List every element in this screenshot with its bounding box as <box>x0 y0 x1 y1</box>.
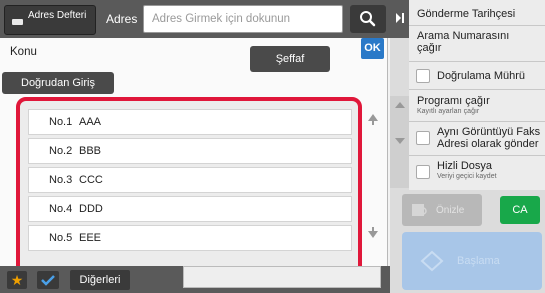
ca-button[interactable]: CA <box>500 196 540 224</box>
direct-entry-button[interactable]: Doğrudan Giriş <box>2 72 114 94</box>
search-icon <box>360 11 376 27</box>
scroll-down-icon[interactable] <box>366 226 380 240</box>
list-item-number: No.4 <box>49 203 73 215</box>
sidebar-item-label: Programı çağır <box>417 95 490 107</box>
sidebar-item-send-history[interactable]: Gönderme Tarihçesi <box>409 0 545 26</box>
checkbox[interactable] <box>416 131 430 145</box>
sidebar-scrollbar[interactable] <box>390 96 409 188</box>
check-icon <box>41 275 55 286</box>
sidebar-item-same-image-fax[interactable]: Aynı Görüntüyü Faks Adresi olarak gönder <box>409 122 545 156</box>
list-item-name: DDD <box>79 203 103 215</box>
sidebar-item-label: Gönderme Tarihçesi <box>417 8 516 20</box>
list-item-1[interactable]: No.1 AAA <box>28 109 352 135</box>
collapse-bar <box>402 13 404 23</box>
subject-dialog: Konu OK Şeffaf Doğrudan Giriş No.1 AAA N… <box>0 38 388 291</box>
top-bar: Adres Defteri Adres Adres Girmek için do… <box>0 0 390 38</box>
sidebar: Gönderme Tarihçesi Arama Numarasını çağı… <box>409 0 545 190</box>
address-input[interactable]: Adres Girmek için dokunun <box>143 5 343 33</box>
sidebar-item-label: Aynı Görüntüyü Faks Adresi olarak gönder <box>437 126 541 150</box>
bottom-bar: ★ Diğerleri <box>0 266 390 293</box>
list-item-number: No.5 <box>49 232 73 244</box>
dialog-scrollbar[interactable] <box>362 106 386 252</box>
star-icon[interactable]: ★ <box>7 271 27 289</box>
sidebar-item-label: Doğrulama Mührü <box>437 70 526 82</box>
preview-button[interactable]: Önizle <box>402 194 482 226</box>
others-button[interactable]: Diğerleri <box>70 270 130 290</box>
sidebar-item-recall-program[interactable]: Programı çağır Kayıtlı ayarları çağır <box>409 90 545 122</box>
list-item-4[interactable]: No.4 DDD <box>28 196 352 222</box>
collapse-arrow-icon <box>396 13 401 23</box>
list-item-number: No.2 <box>49 145 73 157</box>
sidebar-item-quick-file[interactable]: Hizli Dosya Veriyi geçici kaydet <box>409 156 545 190</box>
list-item-2[interactable]: No.2 BBB <box>28 138 352 164</box>
address-label: Adres <box>106 12 138 26</box>
list-item-number: No.3 <box>49 174 73 186</box>
ok-button[interactable]: OK <box>361 38 384 59</box>
preview-label: Önizle <box>436 205 465 216</box>
sidebar-item-label: Hizli Dosya <box>437 160 493 172</box>
list-item-number: No.1 <box>49 116 73 128</box>
address-book-label: Adres Defteri <box>28 10 87 21</box>
sidebar-scroll-up-icon[interactable] <box>395 102 405 108</box>
list-item-name: BBB <box>79 145 102 157</box>
list-item-name: AAA <box>79 116 102 128</box>
sidebar-item-recall-number[interactable]: Arama Numarasını çağır <box>409 26 545 62</box>
sidebar-item-sublabel: Kayıtlı ayarları çağır <box>417 108 480 115</box>
sidebar-item-label: Arama Numarasını çağır <box>417 30 510 54</box>
list-item-name: CCC <box>79 174 103 186</box>
sidebar-item-sublabel: Veriyi geçici kaydet <box>437 173 497 180</box>
list-item-3[interactable]: No.3 CCC <box>28 167 352 193</box>
clear-button[interactable]: Şeffaf <box>250 46 330 72</box>
start-label: Başlama <box>457 255 500 267</box>
subject-list: No.1 AAA No.2 BBB No.3 CCC No.4 DDD No.5… <box>16 97 362 291</box>
preview-icon <box>412 204 427 216</box>
checkbox[interactable] <box>416 69 430 83</box>
collapse-panel-button[interactable] <box>390 0 409 38</box>
dialog-title: Konu <box>10 46 37 58</box>
scroll-up-icon[interactable] <box>366 112 380 126</box>
sidebar-item-verification-stamp[interactable]: Doğrulama Mührü <box>409 62 545 90</box>
start-icon <box>420 250 444 272</box>
address-book-icon <box>12 19 23 25</box>
check-button[interactable] <box>37 271 59 289</box>
sidebar-scroll-down-icon[interactable] <box>395 138 405 144</box>
bottom-status-box <box>183 266 381 288</box>
right-panel: Gönderme Tarihçesi Arama Numarasını çağı… <box>390 0 545 293</box>
search-button[interactable] <box>350 5 386 33</box>
start-button[interactable]: Başlama <box>402 232 542 290</box>
checkbox[interactable] <box>416 165 430 179</box>
address-book-button[interactable]: Adres Defteri <box>4 5 96 35</box>
list-item-name: EEE <box>79 232 102 244</box>
list-item-5[interactable]: No.5 EEE <box>28 225 352 251</box>
